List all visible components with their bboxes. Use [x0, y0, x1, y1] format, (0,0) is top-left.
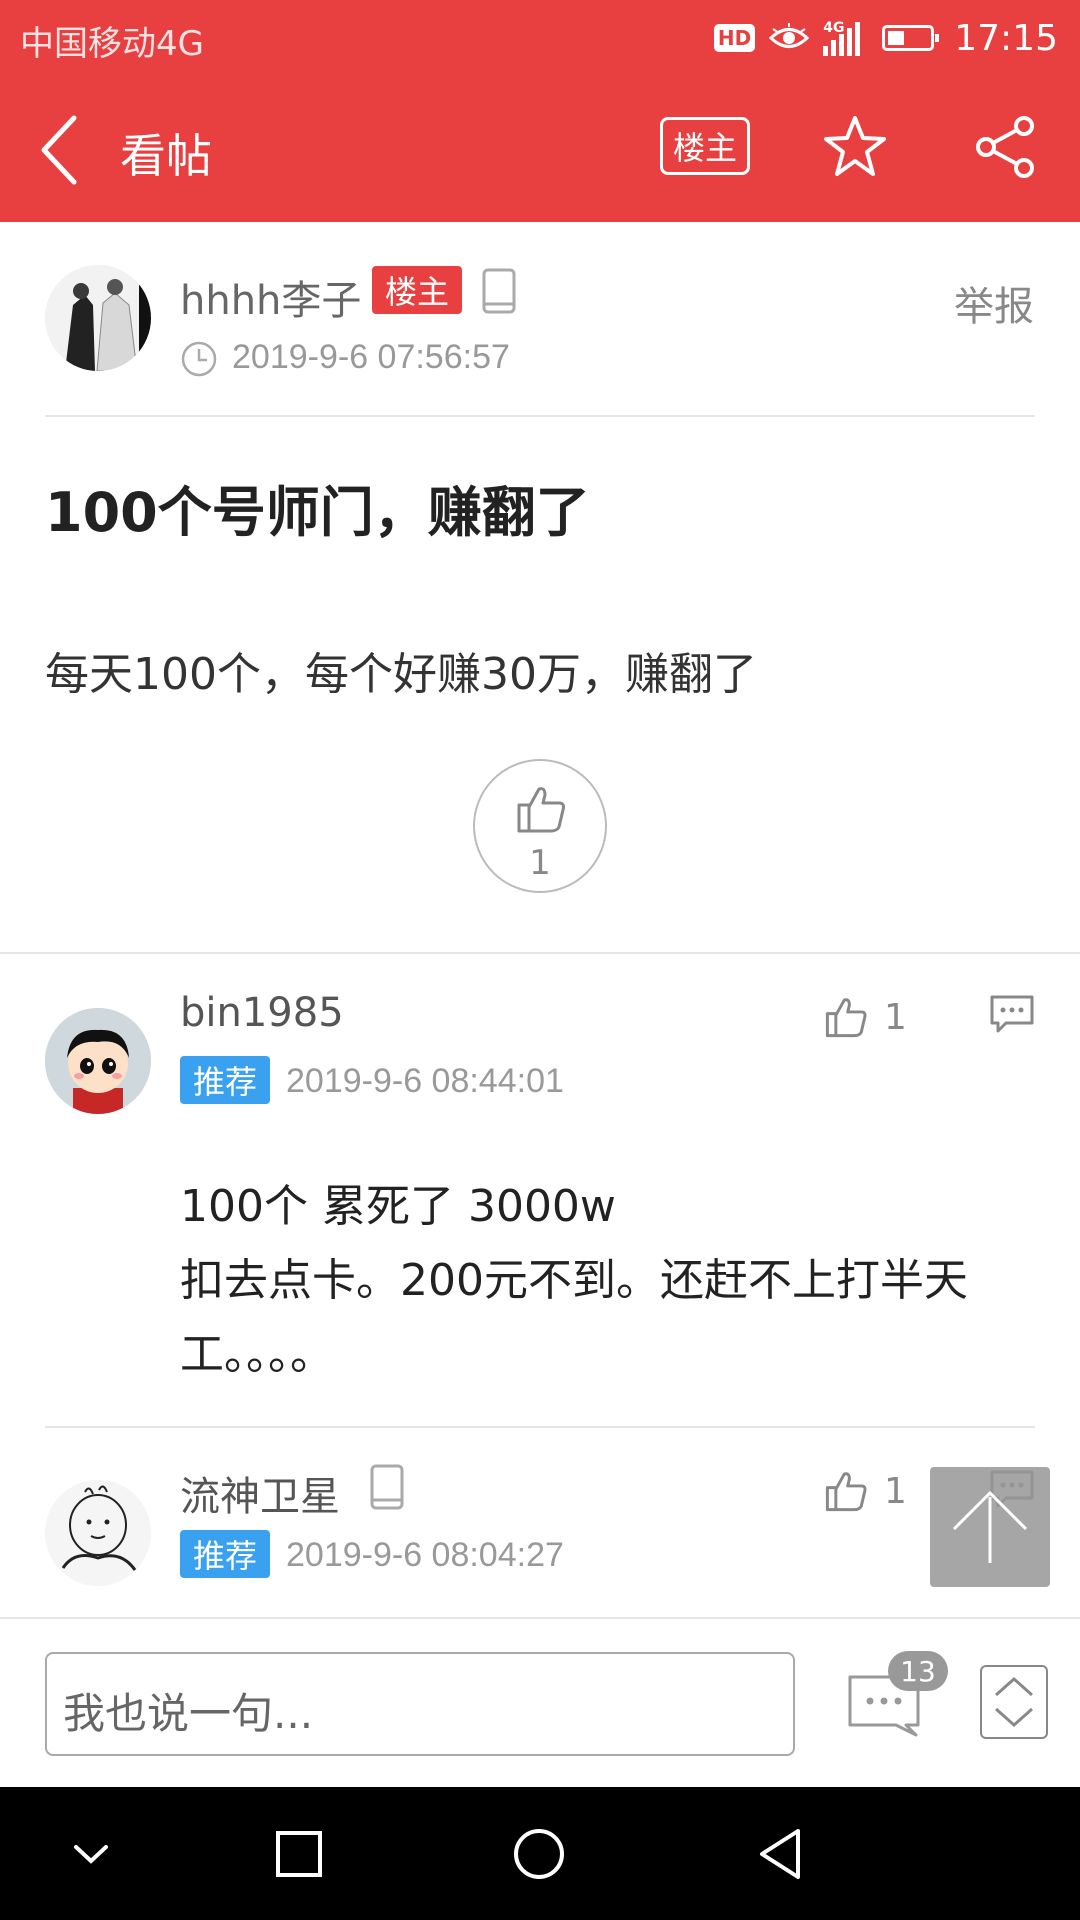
system-nav-bar: [0, 1787, 1080, 1920]
status-icons: HD 4G 17:15: [713, 14, 1058, 62]
comment-input-placeholder: 我也说一句...: [63, 1689, 314, 1738]
author-name[interactable]: hhhh李子: [180, 268, 361, 326]
post-like-count: 1: [529, 843, 551, 883]
owner-only-button[interactable]: 楼主: [660, 117, 750, 175]
eye-icon: [769, 23, 810, 48]
home-icon[interactable]: [508, 1823, 570, 1885]
thumbs-up-icon: [825, 998, 867, 1038]
star-icon[interactable]: [822, 114, 888, 180]
thumbs-up-icon: [517, 787, 565, 833]
recents-icon[interactable]: [268, 1823, 330, 1885]
post-title: 100个号师门，赚翻了: [45, 481, 590, 544]
comment-input[interactable]: 我也说一句...: [45, 1652, 795, 1756]
comment-author[interactable]: bin1985: [180, 990, 344, 1036]
jump-floor-button[interactable]: [980, 1665, 1048, 1739]
signal-icon: 4G: [823, 20, 861, 56]
reply-icon[interactable]: [988, 993, 1036, 1035]
comment-timestamp: 2019-9-6 08:44:01: [286, 1062, 564, 1100]
up-down-icon: [995, 1676, 1033, 1728]
clock-time: 17:15: [954, 17, 1058, 59]
post-body: 每天100个，每个好赚30万，赚翻了: [45, 649, 757, 700]
divider: [45, 415, 1035, 417]
divider: [45, 1426, 1035, 1428]
back-icon[interactable]: [30, 110, 90, 190]
status-bar: 中国移动4G HD 4G 17:15: [0, 0, 1080, 76]
recommend-badge: 推荐: [180, 1530, 270, 1578]
recommend-badge: 推荐: [180, 1056, 270, 1104]
top-header: 中国移动4G HD 4G 17:15 看帖 楼主: [0, 0, 1080, 222]
post-like-button[interactable]: 1: [473, 759, 607, 893]
post-timestamp: 2019-9-6 07:56:57: [232, 338, 510, 376]
clock-icon: [181, 341, 217, 377]
chevron-down-icon[interactable]: [60, 1823, 122, 1885]
carrier-label: 中国移动4G: [20, 24, 204, 64]
arrow-up-icon: [952, 1490, 1028, 1563]
comment-text-line: 扣去点卡。200元不到。还赶不上打半天: [180, 1255, 968, 1306]
comment-like-button[interactable]: 1: [824, 1466, 944, 1516]
owner-badge: 楼主: [372, 266, 462, 314]
comment-like-count: 1: [884, 996, 907, 1038]
comment-like-count: 1: [884, 1470, 907, 1512]
section-divider: [0, 952, 1080, 954]
app-bar: 看帖 楼主: [0, 76, 1080, 222]
back-nav-icon[interactable]: [750, 1823, 812, 1885]
comment-author[interactable]: 流神卫星: [180, 1464, 340, 1522]
battery-icon: [882, 25, 940, 51]
thumbs-up-icon: [825, 1472, 867, 1512]
comment-like-button[interactable]: 1: [824, 992, 944, 1042]
comment-text-line: 工。。。。: [180, 1329, 334, 1380]
author-avatar[interactable]: [45, 265, 151, 371]
report-link[interactable]: 举报: [954, 274, 1034, 332]
comment-input-bar: 我也说一句... 13: [0, 1617, 1080, 1787]
phone-icon: [370, 1464, 404, 1510]
hd-icon: HD: [713, 24, 756, 52]
network-type-label: 4G: [823, 20, 845, 36]
phone-icon: [482, 268, 516, 314]
comment-avatar[interactable]: [45, 1008, 151, 1114]
comment-text-line: 100个 累死了 3000w: [180, 1181, 616, 1232]
scroll-to-top-button[interactable]: [930, 1467, 1050, 1587]
page-title: 看帖: [120, 129, 212, 183]
share-icon[interactable]: [972, 114, 1038, 180]
comment-count-badge: 13: [888, 1651, 948, 1691]
comment-avatar[interactable]: [45, 1480, 151, 1586]
comment-timestamp: 2019-9-6 08:04:27: [286, 1536, 564, 1574]
